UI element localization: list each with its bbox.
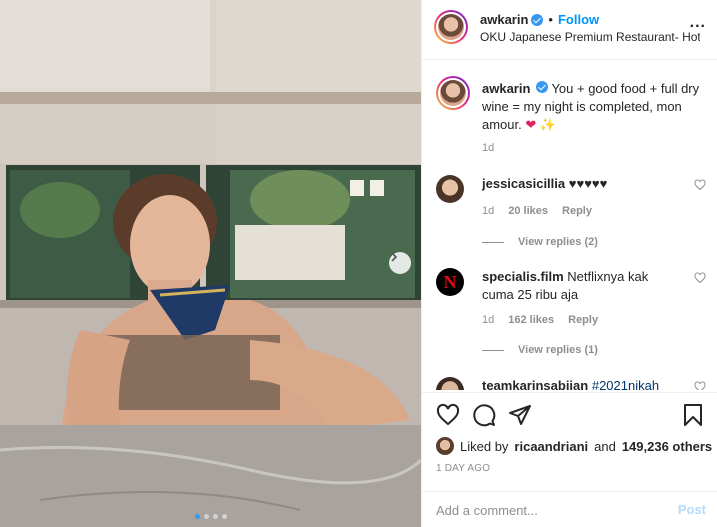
- caption-username[interactable]: awkarin: [482, 81, 530, 96]
- comment-time: 1d: [482, 314, 495, 326]
- photo-illustration: [0, 0, 421, 527]
- post-location[interactable]: OKU Japanese Premium Restaurant- Hotel..…: [480, 30, 700, 44]
- commenter-username[interactable]: teamkarinsabiian: [482, 378, 588, 390]
- netflix-logo-avatar[interactable]: N: [436, 268, 464, 296]
- reply-button[interactable]: Reply: [562, 205, 592, 217]
- comment-text: ♥♥♥♥♥: [568, 176, 608, 191]
- liked-by-joiner: and: [594, 438, 616, 454]
- comment-meta: 1d 162 likes Reply: [482, 314, 598, 326]
- comment-likes[interactable]: 20 likes: [508, 205, 548, 217]
- chevron-right-icon: [391, 252, 398, 262]
- replies-divider-line: [482, 241, 504, 243]
- heart-emoji-icon: ❤: [525, 117, 537, 132]
- carousel-dot: [212, 514, 218, 519]
- replies-divider-line: [482, 349, 504, 351]
- caption-author-avatar[interactable]: [436, 76, 470, 110]
- verified-badge-icon: [536, 81, 549, 93]
- save-bookmark-icon[interactable]: [682, 403, 704, 427]
- likes-count-button[interactable]: 149,236 others: [622, 439, 712, 454]
- comment-body: jessicasicillia ♥♥♥♥♥: [482, 175, 682, 193]
- instagram-post: awkarin • Follow OKU Japanese Premium Re…: [0, 0, 717, 527]
- comment-likes[interactable]: 162 likes: [508, 314, 554, 326]
- sparkle-emoji-icon: ✨: [539, 117, 557, 132]
- author-line: awkarin • Follow: [480, 12, 599, 27]
- view-replies-button[interactable]: View replies (2): [482, 236, 598, 248]
- comment-input[interactable]: [436, 500, 656, 520]
- author-avatar[interactable]: [434, 10, 468, 44]
- post-side-panel: awkarin • Follow OKU Japanese Premium Re…: [421, 0, 717, 527]
- commenter-avatar[interactable]: [436, 175, 464, 203]
- liked-by-prefix: Liked by: [460, 438, 509, 454]
- action-icons-row: [436, 403, 704, 429]
- view-replies-label: View replies (1): [518, 344, 598, 356]
- comment-time: 1d: [482, 205, 495, 217]
- post-date[interactable]: 1 DAY AGO: [436, 463, 490, 474]
- post-comment-button[interactable]: Post: [678, 502, 706, 517]
- post-header: awkarin • Follow OKU Japanese Premium Re…: [422, 0, 717, 60]
- verified-badge-icon: [531, 13, 544, 26]
- comment-item: jessicasicillia ♥♥♥♥♥ 1d 20 likes Reply …: [436, 175, 706, 255]
- view-replies-label: View replies (2): [518, 236, 598, 248]
- comment-item: teamkarinsabiian #2021nikah: [436, 377, 706, 390]
- carousel-dot: [194, 514, 200, 519]
- carousel-indicator: [0, 514, 421, 519]
- view-replies-button[interactable]: View replies (1): [482, 344, 598, 356]
- carousel-next-button[interactable]: [389, 252, 411, 274]
- heart-outline-icon[interactable]: [694, 381, 706, 390]
- liker-username[interactable]: ricaandriani: [514, 439, 588, 454]
- separator-dot: •: [548, 12, 553, 27]
- more-options-icon[interactable]: ...: [690, 14, 706, 32]
- like-heart-icon[interactable]: [436, 403, 460, 427]
- commenter-username[interactable]: jessicasicillia: [482, 176, 565, 191]
- commenter-avatar[interactable]: [436, 377, 464, 390]
- carousel-dot: [203, 514, 209, 519]
- heart-outline-icon[interactable]: [694, 179, 706, 191]
- caption-timestamp: 1d: [482, 142, 495, 154]
- post-caption: awkarin You + good food + full dry wine …: [482, 80, 704, 134]
- follow-button[interactable]: Follow: [558, 12, 599, 27]
- liker-avatar[interactable]: [436, 437, 454, 455]
- share-send-icon[interactable]: [508, 403, 532, 427]
- comments-list[interactable]: awkarin You + good food + full dry wine …: [422, 60, 717, 390]
- post-photo[interactable]: [0, 0, 421, 527]
- netflix-n-letter: N: [443, 271, 457, 292]
- reply-button[interactable]: Reply: [568, 314, 598, 326]
- comment-meta: 1d 20 likes Reply: [482, 205, 592, 217]
- comment-body: teamkarinsabiian #2021nikah: [482, 377, 682, 390]
- comment-body: specialis.film Netflixnya kak cuma 25 ri…: [482, 268, 682, 304]
- liked-by-line: Liked by ricaandriani and 149,236 others: [436, 437, 712, 455]
- commenter-username[interactable]: specialis.film: [482, 269, 564, 284]
- heart-outline-icon[interactable]: [694, 272, 706, 284]
- carousel-dot: [221, 514, 227, 519]
- author-username[interactable]: awkarin: [480, 12, 528, 27]
- comment-bubble-icon[interactable]: [472, 403, 496, 427]
- add-comment-bar: Post: [422, 491, 717, 527]
- comment-item: N specialis.film Netflixnya kak cuma 25 …: [436, 268, 706, 356]
- comment-hashtag[interactable]: #2021nikah: [592, 378, 659, 390]
- post-actions: Liked by ricaandriani and 149,236 others…: [422, 392, 717, 527]
